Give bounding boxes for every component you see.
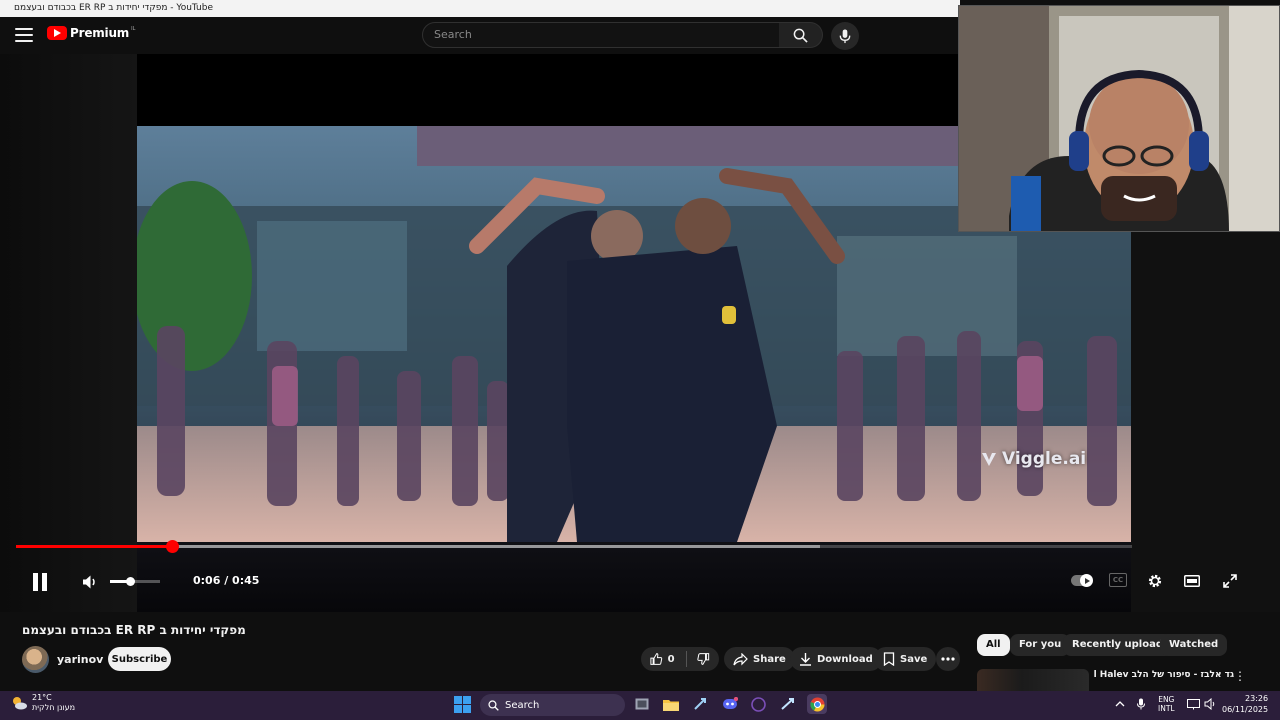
viggle-logo-icon bbox=[982, 453, 996, 466]
clock-time: 23:26 bbox=[1245, 694, 1269, 703]
video-title: בכבודם ובעצמם ER RP מפקדי יחידות ב bbox=[22, 623, 246, 637]
bookmark-plus-icon bbox=[883, 652, 895, 666]
player-backdrop-right bbox=[1131, 232, 1280, 612]
channel-name[interactable]: yarinov bbox=[57, 653, 103, 666]
recommendation-menu-icon[interactable]: ⋮ bbox=[1234, 669, 1246, 683]
time-display: 0:06 / 0:45 bbox=[193, 574, 260, 587]
download-icon bbox=[800, 653, 811, 666]
speaker-icon[interactable] bbox=[1200, 694, 1220, 714]
country-code: IL bbox=[131, 25, 136, 32]
more-horizontal-icon bbox=[941, 657, 955, 661]
voice-search-button[interactable] bbox=[831, 22, 859, 50]
autoplay-toggle[interactable] bbox=[1071, 574, 1093, 587]
search-button[interactable] bbox=[779, 22, 823, 48]
weather-widget[interactable]: 21°C מעונן חלקית bbox=[10, 693, 75, 713]
windows-start-icon[interactable] bbox=[454, 696, 471, 713]
youtube-premium-logo[interactable]: Premium IL bbox=[47, 26, 135, 40]
language-code: ENG bbox=[1158, 695, 1175, 704]
search-icon bbox=[793, 28, 808, 43]
chip-for-you[interactable]: For you bbox=[1010, 634, 1071, 656]
subtitles-button[interactable]: CC bbox=[1109, 573, 1127, 587]
thumbs-down-icon[interactable] bbox=[697, 652, 710, 666]
like-count: 0 bbox=[667, 653, 675, 665]
like-divider bbox=[685, 651, 687, 667]
keyboard-layout: INTL bbox=[1158, 704, 1175, 713]
weather-description: מעונן חלקית bbox=[32, 703, 76, 712]
taskbar-search-label: Search bbox=[505, 699, 540, 711]
like-dislike-group: 0 bbox=[641, 647, 719, 671]
window-title: בכבודם ובעצמם ER RP מפקדי יחידות ב - You… bbox=[0, 0, 960, 17]
fullscreen-exit-icon bbox=[1223, 574, 1237, 588]
autoplay-knob bbox=[1080, 574, 1093, 587]
chip-watched[interactable]: Watched bbox=[1160, 634, 1228, 656]
obs-icon[interactable] bbox=[748, 694, 768, 714]
share-label: Share bbox=[753, 653, 786, 665]
discord-icon[interactable] bbox=[720, 694, 740, 714]
tray-overflow-chevron-icon[interactable] bbox=[1110, 694, 1130, 714]
gear-icon bbox=[1148, 574, 1162, 588]
download-button[interactable]: Download bbox=[790, 647, 882, 671]
progress-bar[interactable] bbox=[16, 540, 1132, 553]
cc-icon: CC bbox=[1112, 576, 1124, 584]
search-input[interactable]: Search bbox=[422, 22, 780, 48]
volume-icon bbox=[83, 575, 95, 589]
channel-avatar[interactable] bbox=[22, 646, 49, 673]
settings-button[interactable] bbox=[1146, 572, 1164, 590]
steam-client-icon[interactable] bbox=[778, 694, 798, 714]
weather-temperature: 21°C bbox=[32, 693, 52, 702]
task-view-icon[interactable] bbox=[632, 694, 652, 714]
logo-text: Premium bbox=[70, 26, 130, 40]
file-explorer-icon[interactable] bbox=[661, 694, 681, 714]
chip-all[interactable]: All bbox=[977, 634, 1010, 656]
save-label: Save bbox=[900, 653, 928, 665]
play-icon bbox=[1084, 577, 1090, 584]
viggle-watermark: Viggle.ai bbox=[980, 449, 1086, 469]
recommendation-thumbnail[interactable] bbox=[977, 669, 1089, 691]
share-button[interactable]: Share bbox=[724, 647, 795, 671]
theater-icon bbox=[1184, 575, 1200, 587]
webcam-overlay bbox=[958, 5, 1280, 232]
mute-button[interactable] bbox=[80, 572, 100, 592]
menu-icon[interactable] bbox=[14, 25, 34, 45]
microphone-tray-icon[interactable] bbox=[1131, 694, 1151, 714]
player-backdrop-left bbox=[0, 54, 137, 612]
recommendation-title[interactable]: גד אלבז - סיפור של הלב Gad Elbaz - Sipur… bbox=[1094, 669, 1234, 691]
system-clock[interactable]: 23:26 06/11/2025 bbox=[1222, 693, 1268, 715]
search-icon bbox=[488, 699, 499, 711]
more-actions-button[interactable] bbox=[936, 647, 960, 671]
progress-played bbox=[16, 545, 173, 548]
microphone-icon bbox=[839, 28, 851, 43]
volume-slider[interactable] bbox=[110, 577, 160, 586]
share-icon bbox=[733, 652, 748, 665]
pause-icon bbox=[33, 573, 47, 591]
webcam-scene bbox=[959, 6, 1279, 231]
taskbar-search[interactable]: Search bbox=[480, 694, 625, 716]
fullscreen-button[interactable] bbox=[1221, 572, 1239, 590]
input-language-indicator[interactable]: ENG INTL bbox=[1158, 695, 1175, 713]
clock-date: 06/11/2025 bbox=[1222, 705, 1269, 714]
save-button[interactable]: Save bbox=[874, 647, 937, 671]
steam-icon[interactable] bbox=[690, 694, 710, 714]
download-label: Download bbox=[817, 653, 873, 665]
thumbs-up-icon[interactable] bbox=[650, 652, 663, 666]
youtube-play-icon bbox=[47, 26, 67, 40]
chrome-icon[interactable] bbox=[807, 694, 827, 714]
subscribe-button[interactable]: Subscribe bbox=[108, 647, 171, 671]
volume-knob[interactable] bbox=[126, 577, 135, 586]
theater-mode-button[interactable] bbox=[1183, 572, 1201, 590]
watermark-text: Viggle.ai bbox=[1002, 449, 1087, 469]
pause-button[interactable] bbox=[28, 570, 52, 594]
partly-cloudy-icon bbox=[13, 697, 27, 710]
video-bottom-band bbox=[137, 542, 1131, 612]
